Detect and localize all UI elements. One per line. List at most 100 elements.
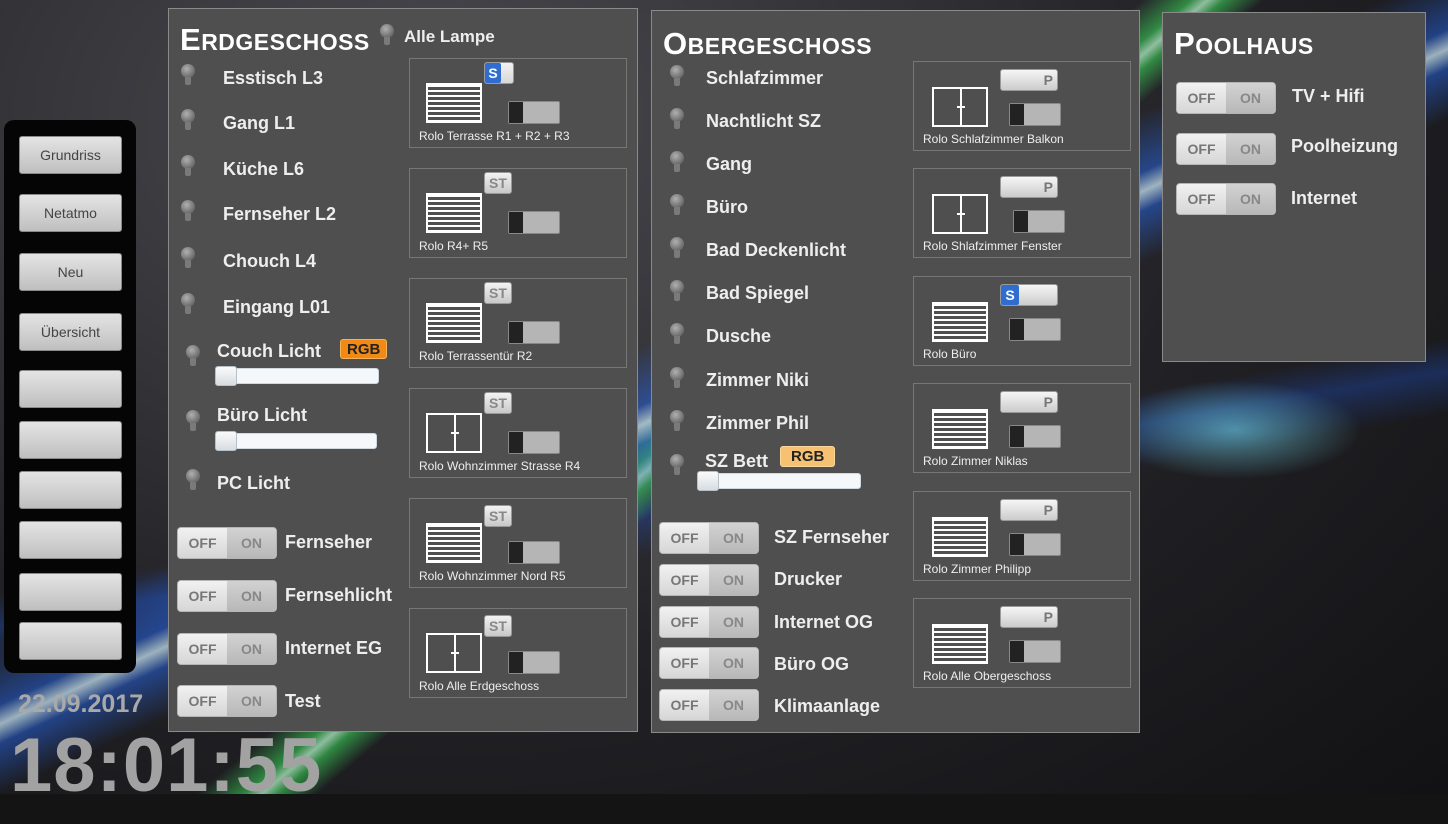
stop-button[interactable]: ST <box>484 392 512 414</box>
rolo-toggle[interactable] <box>508 431 560 454</box>
dimmer-slider[interactable] <box>215 431 377 451</box>
stop-button[interactable]: ST <box>484 282 512 304</box>
stop-button[interactable]: S <box>1000 284 1058 306</box>
lamp-label[interactable]: Bad Deckenlicht <box>706 240 846 261</box>
dimmer-label[interactable]: SZ Bett <box>705 451 768 472</box>
rolo-toggle[interactable] <box>1013 210 1065 233</box>
rolo-toggle[interactable] <box>508 541 560 564</box>
bulb-icon[interactable] <box>670 194 684 216</box>
onoff-switch[interactable]: OFF ON <box>1176 133 1276 165</box>
rolo-toggle[interactable] <box>1009 533 1061 556</box>
slider-handle[interactable] <box>697 471 719 491</box>
bulb-icon[interactable] <box>670 237 684 259</box>
lamp-label[interactable]: PC Licht <box>217 473 290 494</box>
dimmer-label[interactable]: Couch Licht <box>217 341 321 362</box>
nav-button-empty-6[interactable] <box>19 622 122 660</box>
lamp-label[interactable]: Zimmer Phil <box>706 413 809 434</box>
stop-button[interactable]: P <box>1000 69 1058 91</box>
bulb-icon[interactable] <box>181 64 195 86</box>
slider-handle[interactable] <box>215 431 237 451</box>
rolo-toggle[interactable] <box>508 651 560 674</box>
bulb-icon[interactable] <box>181 293 195 315</box>
all-lamps-label[interactable]: Alle Lampe <box>404 27 495 47</box>
onoff-switch[interactable]: OFF ON <box>177 685 277 717</box>
rolo-toggle[interactable] <box>1009 425 1061 448</box>
stop-button[interactable]: P <box>1000 499 1058 521</box>
rolo-toggle[interactable] <box>1009 318 1061 341</box>
stop-button[interactable]: ST <box>484 505 512 527</box>
off-label: OFF <box>660 523 709 553</box>
bulb-icon[interactable] <box>181 109 195 131</box>
on-label: ON <box>227 581 276 611</box>
stop-button[interactable]: ST <box>484 615 512 637</box>
rolo-toggle[interactable] <box>1009 640 1061 663</box>
onoff-switch[interactable]: OFF ON <box>659 606 759 638</box>
lamp-label[interactable]: Esstisch L3 <box>223 68 323 89</box>
bulb-icon[interactable] <box>670 454 684 476</box>
bulb-icon[interactable] <box>186 410 200 432</box>
lamp-label[interactable]: Eingang L01 <box>223 297 330 318</box>
lamp-label[interactable]: Küche L6 <box>223 159 304 180</box>
onoff-switch[interactable]: OFF ON <box>1176 183 1276 215</box>
bulb-icon[interactable] <box>181 200 195 222</box>
nav-button-neu[interactable]: Neu <box>19 253 122 291</box>
nav-button-grundriss[interactable]: Grundriss <box>19 136 122 174</box>
bulb-icon[interactable] <box>181 247 195 269</box>
blind-icon <box>932 302 988 342</box>
lamp-label[interactable]: Nachtlicht SZ <box>706 111 821 132</box>
bulb-icon[interactable] <box>670 323 684 345</box>
onoff-switch[interactable]: OFF ON <box>659 689 759 721</box>
rgb-button[interactable]: RGB <box>780 446 836 467</box>
onoff-switch[interactable]: OFF ON <box>177 633 277 665</box>
onoff-switch[interactable]: OFF ON <box>177 527 277 559</box>
nav-button-empty-1[interactable] <box>19 370 122 408</box>
onoff-switch[interactable]: OFF ON <box>177 580 277 612</box>
lamp-label[interactable]: Zimmer Niki <box>706 370 809 391</box>
bulb-icon[interactable] <box>670 65 684 87</box>
bulb-icon[interactable] <box>670 367 684 389</box>
stop-button[interactable]: ST <box>484 172 512 194</box>
bulb-icon[interactable] <box>186 469 200 491</box>
dimmer-slider[interactable] <box>215 366 379 386</box>
dimmer-slider[interactable] <box>697 471 861 491</box>
lamp-label[interactable]: Büro <box>706 197 748 218</box>
bulb-icon[interactable] <box>670 410 684 432</box>
onoff-switch[interactable]: OFF ON <box>659 564 759 596</box>
nav-button-empty-3[interactable] <box>19 471 122 509</box>
rolo-toggle[interactable] <box>508 211 560 234</box>
stop-button[interactable]: P <box>1000 606 1058 628</box>
onoff-switch[interactable]: OFF ON <box>1176 82 1276 114</box>
nav-button-uebersicht[interactable]: Übersicht <box>19 313 122 351</box>
rolo-toggle[interactable] <box>1009 103 1061 126</box>
bulb-icon[interactable] <box>186 345 200 367</box>
stop-button[interactable]: P <box>1000 176 1058 198</box>
lamp-label[interactable]: Bad Spiegel <box>706 283 809 304</box>
bulb-icon[interactable] <box>181 155 195 177</box>
rolo-toggle[interactable] <box>508 321 560 344</box>
dimmer-label[interactable]: Büro Licht <box>217 405 307 426</box>
onoff-switch[interactable]: OFF ON <box>659 522 759 554</box>
bulb-icon[interactable] <box>670 151 684 173</box>
stop-button[interactable]: S <box>484 62 514 84</box>
stop-button[interactable]: P <box>1000 391 1058 413</box>
onoff-switch[interactable]: OFF ON <box>659 647 759 679</box>
blind-icon <box>426 193 482 233</box>
bulb-icon[interactable] <box>670 280 684 302</box>
lamp-label[interactable]: Gang L1 <box>223 113 295 134</box>
nav-button-empty-4[interactable] <box>19 521 122 559</box>
lamp-label[interactable]: Gang <box>706 154 752 175</box>
nav-button-empty-5[interactable] <box>19 573 122 611</box>
rgb-button[interactable]: RGB <box>340 339 388 359</box>
lamp-label[interactable]: Dusche <box>706 326 771 347</box>
nav-button-empty-2[interactable] <box>19 421 122 459</box>
bulb-icon[interactable] <box>380 24 394 46</box>
slider-handle[interactable] <box>215 366 237 386</box>
rolo-card: ST Rolo R4+ R5 <box>409 168 627 258</box>
lamp-label[interactable]: Schlafzimmer <box>706 68 823 89</box>
lamp-label[interactable]: Fernseher L2 <box>223 204 336 225</box>
rolo-toggle[interactable] <box>508 101 560 124</box>
lamp-label[interactable]: Chouch L4 <box>223 251 316 272</box>
bulb-icon[interactable] <box>670 108 684 130</box>
rolo-card: P Rolo Zimmer Philipp <box>913 491 1131 581</box>
nav-button-netatmo[interactable]: Netatmo <box>19 194 122 232</box>
